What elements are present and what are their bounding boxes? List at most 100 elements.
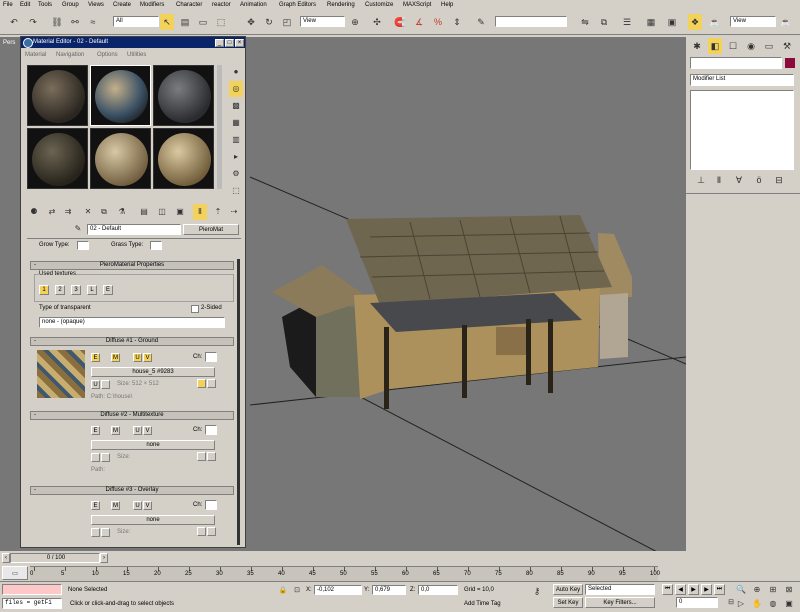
auto-key-button[interactable]: Auto Key bbox=[553, 584, 583, 595]
diffuse1-tile2-button[interactable] bbox=[207, 379, 216, 388]
track-bar[interactable]: 0 5 10 15 20 25 30 35 40 45 50 55 60 65 70 75 80 85 90 95 10… bbox=[30, 566, 660, 581]
object-color-swatch[interactable] bbox=[785, 58, 795, 68]
make-unique-icon[interactable]: ⚗ bbox=[115, 204, 129, 220]
select-move-icon[interactable]: ✥ bbox=[244, 14, 258, 30]
next-frame-icon[interactable]: ▶ bbox=[701, 584, 712, 595]
options-icon[interactable]: ⚙ bbox=[229, 166, 243, 182]
render-scene-icon[interactable]: ☕ bbox=[708, 14, 722, 30]
utilities-tab-icon[interactable]: ⚒ bbox=[780, 38, 794, 54]
sample-type-icon[interactable]: ● bbox=[229, 64, 243, 80]
select-by-name-icon[interactable]: ▤ bbox=[178, 14, 192, 30]
tex-1-button[interactable]: 1 bbox=[39, 285, 49, 295]
track-bar-menu-icon[interactable]: ▭ bbox=[2, 566, 28, 580]
z-coordinate-field[interactable]: 0,0 bbox=[418, 585, 458, 595]
selection-filter-dropdown[interactable]: All bbox=[113, 16, 159, 27]
menu-animation[interactable]: Animation bbox=[240, 2, 267, 8]
diffuse3-tile2-button[interactable] bbox=[207, 527, 216, 536]
modifier-stack[interactable] bbox=[690, 90, 794, 170]
menu-help[interactable]: Help bbox=[441, 2, 453, 8]
me-menu-material[interactable]: Material bbox=[25, 52, 46, 58]
menu-group[interactable]: Group bbox=[62, 2, 79, 8]
diffuse1-ch-field[interactable] bbox=[205, 352, 217, 362]
material-name-field[interactable]: 02 - Default bbox=[87, 224, 181, 235]
modify-tab-icon[interactable]: ◧ bbox=[708, 38, 722, 54]
diffuse1-u-button[interactable]: U bbox=[133, 353, 142, 362]
schematic-view-icon[interactable]: ▣ bbox=[665, 14, 679, 30]
diffuse2-map-button[interactable]: none bbox=[91, 440, 215, 450]
diffuse2-rollout[interactable]: - Diffuse #2 - Multitexture bbox=[30, 411, 234, 420]
mirror-icon[interactable]: ⇋ bbox=[578, 14, 592, 30]
orbit-icon[interactable]: ◍ bbox=[766, 596, 780, 612]
me-menu-options[interactable]: Options bbox=[97, 52, 118, 58]
sample-slot[interactable] bbox=[90, 128, 151, 189]
show-map-in-viewport-icon[interactable]: ▣ bbox=[173, 204, 187, 220]
diffuse3-uv-button[interactable] bbox=[91, 528, 100, 537]
menu-reactor[interactable]: reactor bbox=[212, 2, 231, 8]
material-type-button[interactable]: PieroMat bbox=[183, 224, 239, 235]
select-scale-icon[interactable]: ◰ bbox=[280, 14, 294, 30]
diffuse2-tile2-button[interactable] bbox=[207, 452, 216, 461]
bind-space-warp-icon[interactable]: ≈ bbox=[86, 14, 100, 30]
grow-type-field[interactable] bbox=[77, 241, 89, 250]
maxscript-listener[interactable] bbox=[2, 584, 62, 595]
get-material-icon[interactable]: ⚈ bbox=[27, 204, 41, 220]
tex-l-button[interactable]: L bbox=[87, 285, 97, 295]
go-to-parent-icon[interactable]: ⇡ bbox=[211, 204, 225, 220]
redo-icon[interactable]: ↷ bbox=[26, 14, 40, 30]
absolute-mode-icon[interactable]: ⊡ bbox=[290, 583, 304, 599]
link-icon[interactable]: ⛓ bbox=[50, 14, 64, 30]
panel-scrollbar[interactable] bbox=[237, 259, 240, 545]
diffuse3-tile-button[interactable] bbox=[197, 527, 206, 536]
diffuse1-rollout[interactable]: - Diffuse #1 - Ground bbox=[30, 337, 234, 346]
play-icon[interactable]: ▶ bbox=[688, 584, 699, 595]
menu-file[interactable]: File bbox=[3, 2, 13, 8]
make-unique-icon[interactable]: ∀ bbox=[732, 172, 746, 188]
diffuse2-e-button[interactable]: E bbox=[91, 426, 100, 435]
percent-snap-icon[interactable]: % bbox=[431, 14, 445, 30]
slot-scrollbar[interactable] bbox=[217, 65, 222, 189]
add-time-tag[interactable]: Add Time Tag bbox=[464, 601, 501, 607]
render-type-dropdown[interactable]: View bbox=[730, 16, 776, 27]
menu-customize[interactable]: Customize bbox=[365, 2, 393, 8]
show-end-result-icon[interactable]: Ⅱ bbox=[712, 172, 726, 188]
two-sided-checkbox[interactable] bbox=[191, 305, 199, 313]
quick-render-icon[interactable]: ☕ bbox=[779, 14, 793, 30]
rect-region-icon[interactable]: ▭ bbox=[196, 14, 210, 30]
material-id-icon[interactable]: ◫ bbox=[155, 204, 169, 220]
put-to-scene-icon[interactable]: ⇄ bbox=[45, 204, 59, 220]
sample-slot[interactable] bbox=[153, 128, 214, 189]
make-preview-icon[interactable]: ▸ bbox=[229, 149, 243, 165]
diffuse2-view-button[interactable] bbox=[101, 453, 110, 462]
lock-selection-icon[interactable]: 🔒 bbox=[276, 583, 290, 599]
minimize-button[interactable]: _ bbox=[215, 39, 224, 47]
goto-end-icon[interactable]: ⏭ bbox=[714, 584, 725, 595]
display-tab-icon[interactable]: ▭ bbox=[762, 38, 776, 54]
object-name-field[interactable] bbox=[690, 57, 782, 69]
maxscript-input[interactable]: files = getFi bbox=[2, 598, 62, 609]
piero-props-rollout[interactable]: - PieroMaterial Properties bbox=[30, 261, 234, 270]
menu-tools[interactable]: Tools bbox=[38, 2, 52, 8]
time-next-icon[interactable]: › bbox=[100, 553, 108, 563]
unlink-icon[interactable]: ⚯ bbox=[68, 14, 82, 30]
menu-views[interactable]: Views bbox=[88, 2, 104, 8]
current-frame-field[interactable]: 0 bbox=[676, 597, 718, 608]
diffuse3-ch-field[interactable] bbox=[205, 500, 217, 510]
tex-3-button[interactable]: 3 bbox=[71, 285, 81, 295]
undo-icon[interactable]: ↶ bbox=[7, 14, 21, 30]
put-to-library-icon[interactable]: ▤ bbox=[137, 204, 151, 220]
layer-manager-icon[interactable]: ☰ bbox=[620, 14, 634, 30]
maximize-button[interactable]: □ bbox=[225, 39, 234, 47]
menu-maxscript[interactable]: MAXScript bbox=[403, 2, 431, 8]
pin-stack-icon[interactable]: ⊥ bbox=[694, 172, 708, 188]
pick-material-icon[interactable]: ✎ bbox=[71, 221, 85, 237]
menu-create[interactable]: Create bbox=[113, 2, 131, 8]
diffuse2-tile-button[interactable] bbox=[197, 452, 206, 461]
diffuse1-thumbnail[interactable] bbox=[37, 350, 85, 398]
diffuse3-v-button[interactable]: V bbox=[143, 501, 152, 510]
select-manipulate-icon[interactable]: ✣ bbox=[370, 14, 384, 30]
menu-graph-editors[interactable]: Graph Editors bbox=[279, 2, 316, 8]
pivot-center-icon[interactable]: ⊕ bbox=[348, 14, 362, 30]
field-of-view-icon[interactable]: ▷ bbox=[734, 596, 748, 612]
time-slider[interactable]: 0 / 100 bbox=[10, 553, 100, 563]
named-selection-icon[interactable]: ✎ bbox=[474, 14, 488, 30]
